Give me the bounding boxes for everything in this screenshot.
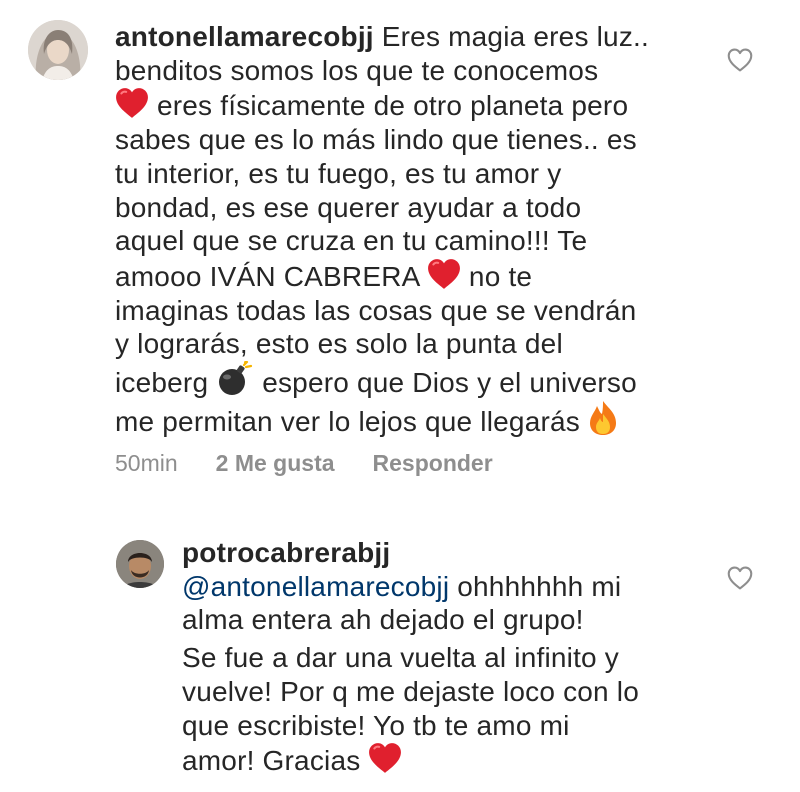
- comment-line: eres físicamente de otro planeta pero: [156, 90, 629, 122]
- red-heart-emoji-icon: [368, 742, 402, 774]
- red-heart-emoji-icon: [115, 87, 149, 119]
- reply-button[interactable]: Responder: [373, 450, 493, 477]
- comment-line: ohhhhhhh mi: [457, 570, 622, 602]
- comment-line: espero que Dios y el universo: [262, 367, 637, 399]
- comment-line: amor! Gracias: [182, 745, 361, 777]
- avatar[interactable]: [116, 540, 164, 588]
- comment-text: antonellamarecobjj Eres magia eres luz..…: [115, 20, 695, 438]
- comment-line: me permitan ver lo lejos que llegarás: [115, 405, 580, 437]
- comment-line: y lograrás, esto es solo la punta del: [115, 328, 563, 360]
- mention-link[interactable]: @antonellamarecobjj: [182, 571, 449, 602]
- red-heart-emoji-icon: [427, 258, 461, 290]
- heart-outline-icon: [726, 565, 754, 591]
- comment-text: potrocabrerabjj @antonellamarecobjj ohhh…: [182, 536, 702, 778]
- comment-line: benditos somos los que te conocemos: [115, 54, 599, 86]
- avatar[interactable]: [28, 20, 88, 80]
- comment-line: vuelve! Por q me dejaste loco con lo: [182, 675, 640, 707]
- bomb-emoji-icon: [219, 361, 253, 396]
- comment-line: Eres magia eres luz..: [381, 21, 649, 52]
- fire-emoji-icon: [589, 400, 616, 435]
- comment-line: imaginas todas las cosas que se vendrán: [115, 294, 637, 326]
- comment-line: sabes que es lo más lindo que tienes.. e…: [115, 124, 637, 156]
- comment-line: aquel que se cruza en tu camino!!! Te: [115, 225, 588, 257]
- likes-count-button[interactable]: 2 Me gusta: [216, 450, 335, 477]
- like-comment-button[interactable]: [726, 47, 754, 75]
- comment-line: alma entera ah dejado el grupo!: [182, 604, 584, 636]
- comment-potrocabrerabjj: potrocabrerabjj @antonellamarecobjj ohhh…: [0, 520, 800, 792]
- comment-line: no te: [468, 260, 533, 292]
- comment-line: iceberg: [115, 367, 209, 399]
- comment-username[interactable]: potrocabrerabjj: [182, 536, 702, 570]
- comment-line: que escribiste! Yo tb te amo mi: [182, 709, 570, 741]
- comment-line: bondad, es ese querer ayudar a todo: [115, 191, 582, 223]
- comment-meta: 50min 2 Me gusta Responder: [115, 450, 493, 477]
- like-comment-button[interactable]: [726, 565, 754, 593]
- comment-line: Se fue a dar una vuelta al infinito y: [182, 642, 620, 674]
- comment-time: 50min: [115, 450, 178, 476]
- comment-line: tu interior, es tu fuego, es tu amor y: [115, 157, 562, 189]
- comment-username[interactable]: antonellamarecobjj: [115, 21, 374, 52]
- comment-antonellamarecobjj: antonellamarecobjj Eres magia eres luz..…: [0, 0, 800, 490]
- comment-line: amooo IVÁN CABRERA: [115, 260, 419, 292]
- heart-outline-icon: [726, 47, 754, 73]
